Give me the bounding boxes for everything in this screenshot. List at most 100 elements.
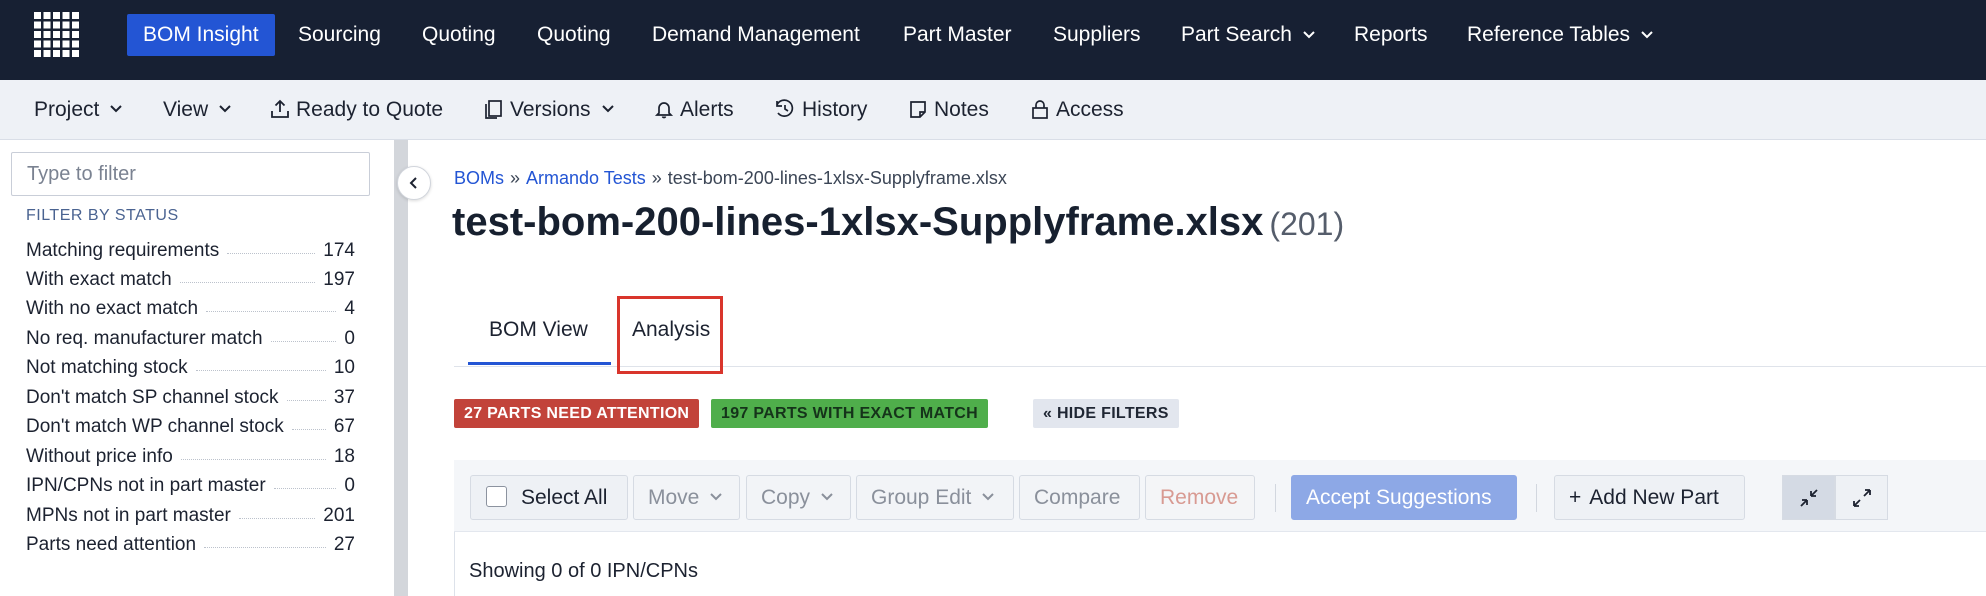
nav-quoting-2[interactable]: Quoting (537, 14, 611, 56)
nav-item-label: Quoting (537, 23, 611, 46)
status-label: IPN/CPNs not in part master (26, 474, 266, 496)
status-count: 0 (344, 474, 355, 496)
nav-reports[interactable]: Reports (1354, 14, 1428, 56)
group-edit-button[interactable]: Group Edit (856, 475, 1014, 520)
add-new-part-label: Add New Part (1589, 486, 1719, 509)
app-grid-logo-icon[interactable] (32, 10, 82, 60)
breadcrumb: BOMs» Armando Tests» test-bom-200-lines-1x… (454, 168, 1007, 189)
nav-item-label: Part Master (903, 23, 1012, 46)
status-label: Matching requirements (26, 239, 220, 261)
dot-leader (273, 488, 337, 489)
hide-filters-button[interactable]: « HIDE FILTERS (1033, 399, 1179, 428)
analysis-tab-highlight (617, 296, 723, 374)
move-button[interactable]: Move (633, 475, 740, 520)
filter-sidebar: FILTER BY STATUS Matching requirements 17… (0, 140, 386, 596)
remove-button[interactable]: Remove (1145, 475, 1255, 520)
status-count: 174 (323, 239, 355, 261)
status-filter-without-price-info[interactable]: Without price info 18 (26, 442, 355, 471)
nav-suppliers[interactable]: Suppliers (1053, 14, 1141, 56)
nav-reference-tables[interactable]: Reference Tables (1467, 14, 1654, 56)
status-filter-with-exact-match[interactable]: With exact match 197 (26, 265, 355, 294)
bom-line-count: (201) (1269, 206, 1345, 242)
copy-label: Copy (761, 486, 811, 509)
access-label: Access (1056, 98, 1124, 121)
chevron-down-icon (1303, 31, 1315, 39)
status-count: 27 (333, 533, 355, 555)
status-filter-sp-channel-stock[interactable]: Don't match SP channel stock 37 (26, 383, 355, 412)
ready-to-quote-label: Ready to Quote (296, 98, 444, 121)
status-filter-no-exact-match[interactable]: With no exact match 4 (26, 294, 355, 323)
collapse-rows-button[interactable] (1782, 475, 1835, 520)
nav-bom-insight[interactable]: BOM Insight (127, 14, 275, 56)
status-filter-matching-requirements[interactable]: Matching requirements 174 (26, 236, 355, 265)
nav-item-label: Reports (1354, 23, 1428, 46)
nav-item-label: Demand Management (652, 23, 860, 46)
select-all-checkbox[interactable] (486, 485, 507, 507)
status-label: No req. manufacturer match (26, 327, 263, 349)
lock-icon (1032, 100, 1048, 119)
filter-input[interactable] (11, 152, 370, 196)
expand-rows-button[interactable] (1835, 475, 1888, 520)
collapse-sidebar-button[interactable] (397, 166, 431, 200)
status-filter-no-manufacturer-match[interactable]: No req. manufacturer match 0 (26, 324, 355, 353)
breadcrumb-boms-link[interactable]: BOMs (454, 168, 504, 188)
project-menu[interactable]: Project (34, 80, 123, 140)
top-navigation-bar: BOM Insight Sourcing Quoting Quoting Dem… (0, 0, 1986, 80)
dot-leader (286, 400, 326, 401)
status-filter-not-matching-stock[interactable]: Not matching stock 10 (26, 353, 355, 382)
nav-demand-management[interactable]: Demand Management (652, 14, 860, 56)
select-all-button[interactable]: Select All (470, 475, 628, 520)
versions-icon (485, 100, 502, 119)
breadcrumb-armando-tests-link[interactable]: Armando Tests (526, 168, 646, 188)
toolbar-divider (1536, 484, 1537, 512)
parts-exact-match-badge[interactable]: 197 PARTS WITH EXACT MATCH (711, 399, 988, 428)
ready-to-quote-button[interactable]: Ready to Quote (270, 80, 443, 140)
bell-icon (654, 102, 674, 119)
notes-button[interactable]: Notes (908, 80, 989, 140)
breadcrumb-separator: » (510, 168, 521, 188)
status-count: 18 (333, 445, 355, 467)
status-filter-mpn-not-in-part-master[interactable]: MPNs not in part master 201 (26, 501, 355, 530)
access-button[interactable]: Access (1030, 80, 1124, 140)
nav-part-master[interactable]: Part Master (903, 14, 1012, 56)
add-new-part-button[interactable]: + Add New Part (1554, 475, 1745, 520)
versions-label: Versions (510, 98, 591, 121)
chevron-down-icon (821, 493, 833, 501)
status-count: 67 (333, 415, 355, 437)
notes-label: Notes (934, 98, 989, 121)
chevron-down-icon (982, 493, 995, 501)
versions-menu[interactable]: Versions (484, 80, 615, 140)
nav-quoting[interactable]: Quoting (422, 14, 496, 56)
status-filter-ipn-not-in-part-master[interactable]: IPN/CPNs not in part master 0 (26, 471, 355, 500)
status-label: With exact match (26, 268, 172, 290)
parts-need-attention-badge[interactable]: 27 PARTS NEED ATTENTION (454, 399, 700, 428)
compare-button[interactable]: Compare (1019, 475, 1140, 520)
expand-arrows-icon (1852, 488, 1871, 507)
dot-leader (179, 282, 316, 283)
note-icon (910, 101, 926, 118)
upload-icon (271, 99, 289, 118)
chevron-down-icon (710, 493, 723, 501)
alerts-button[interactable]: Alerts (654, 80, 734, 140)
view-menu[interactable]: View (163, 80, 232, 140)
sidebar-splitter[interactable] (394, 140, 408, 596)
status-label: Not matching stock (26, 356, 188, 378)
group-edit-label: Group Edit (871, 486, 972, 509)
status-label: Without price info (26, 445, 173, 467)
nav-sourcing[interactable]: Sourcing (298, 14, 381, 56)
tab-bom-view[interactable]: BOM View (489, 318, 588, 342)
nav-part-search[interactable]: Part Search (1181, 14, 1316, 56)
accept-suggestions-button[interactable]: Accept Suggestions (1291, 475, 1517, 520)
chevron-down-icon (110, 105, 123, 113)
showing-count-text: Showing 0 of 0 IPN/CPNs (469, 560, 698, 582)
dot-leader (180, 459, 326, 460)
status-label: MPNs not in part master (26, 504, 231, 526)
status-label: Don't match WP channel stock (26, 415, 284, 437)
history-button[interactable]: History (774, 80, 867, 140)
status-count: 201 (323, 504, 355, 526)
move-label: Move (648, 486, 700, 509)
status-filter-wp-channel-stock[interactable]: Don't match WP channel stock 67 (26, 412, 355, 441)
copy-button[interactable]: Copy (746, 475, 851, 520)
dot-leader (291, 429, 326, 430)
status-filter-parts-need-attention[interactable]: Parts need attention 27 (26, 530, 355, 559)
